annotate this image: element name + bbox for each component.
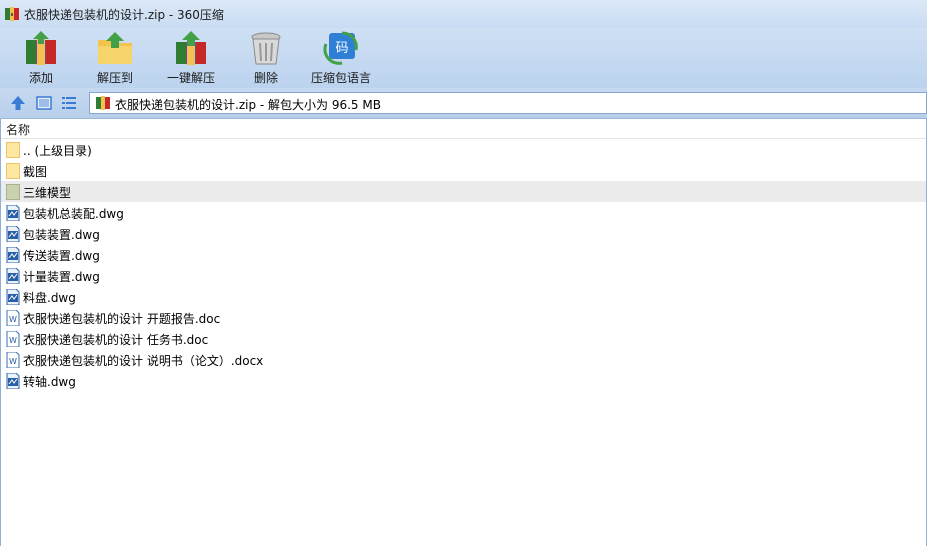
dwg-file-icon: [6, 226, 20, 242]
one-click-extract-button[interactable]: 一键解压: [158, 28, 224, 88]
file-row[interactable]: 包装机总装配.dwg: [1, 202, 926, 223]
file-row[interactable]: 三维模型: [1, 181, 926, 202]
one-click-extract-icon: [176, 31, 206, 65]
svg-text:码: 码: [335, 41, 348, 56]
add-button-label: 添加: [28, 71, 53, 85]
folder-icon: [6, 142, 20, 158]
dwg-file-icon: [6, 289, 20, 305]
word-doc-icon: W: [6, 352, 20, 368]
toolbar: 添加 解压到 一键解压 删除 码 压缩包语言: [0, 28, 927, 88]
file-name: 传送装置.dwg: [23, 249, 100, 263]
file-row[interactable]: 料盘.dwg: [1, 286, 926, 307]
archive-language-icon: 码: [323, 31, 358, 65]
file-row[interactable]: 传送装置.dwg: [1, 244, 926, 265]
file-row[interactable]: W 衣服快递包装机的设计 任务书.doc: [1, 328, 926, 349]
dwg-file-icon: [6, 268, 20, 284]
file-name: 衣服快递包装机的设计 任务书.doc: [23, 333, 209, 347]
address-field[interactable]: 衣服快递包装机的设计.zip - 解包大小为 96.5 MB: [89, 92, 927, 114]
file-name: 三维模型: [23, 186, 72, 200]
delete-trash-icon: [251, 32, 281, 65]
column-header-name[interactable]: 名称: [1, 119, 926, 139]
delete-button-label: 删除: [253, 71, 278, 85]
address-bar: 衣服快递包装机的设计.zip - 解包大小为 96.5 MB: [0, 88, 927, 119]
window-title: 衣服快递包装机的设计.zip - 360压缩: [24, 8, 224, 22]
add-button[interactable]: 添加: [8, 28, 74, 88]
add-archive-icon: [26, 31, 56, 65]
svg-text:W: W: [9, 357, 17, 366]
extract-to-button-label: 解压到: [96, 71, 133, 85]
zip-archive-icon: [5, 7, 19, 21]
zip-archive-icon: [96, 96, 110, 110]
file-row[interactable]: W 衣服快递包装机的设计 开题报告.doc: [1, 307, 926, 328]
archive-language-button[interactable]: 码 压缩包语言: [305, 28, 377, 88]
file-name: 转轴.dwg: [23, 375, 76, 389]
file-row[interactable]: 截图: [1, 160, 926, 181]
archive-language-button-label: 压缩包语言: [310, 71, 371, 85]
folder-icon: [6, 184, 20, 200]
extract-to-icon: [98, 32, 132, 64]
svg-text:W: W: [9, 315, 17, 324]
word-doc-icon: W: [6, 331, 20, 347]
delete-button[interactable]: 删除: [233, 28, 299, 88]
address-path: 衣服快递包装机的设计.zip - 解包大小为 96.5 MB: [115, 98, 381, 112]
file-name: 包装机总装配.dwg: [23, 207, 124, 221]
title-bar: 衣服快递包装机的设计.zip - 360压缩: [0, 0, 927, 28]
dwg-file-icon: [6, 373, 20, 389]
folder-icon: [6, 163, 20, 179]
up-arrow-icon[interactable]: [9, 94, 27, 112]
file-name: 衣服快递包装机的设计 说明书（论文）.docx: [23, 354, 264, 368]
dwg-file-icon: [6, 205, 20, 221]
file-name: 截图: [23, 165, 48, 179]
file-row[interactable]: 包装装置.dwg: [1, 223, 926, 244]
column-header-label: 名称: [6, 123, 31, 137]
file-name: 包装装置.dwg: [23, 228, 100, 242]
file-row[interactable]: 计量装置.dwg: [1, 265, 926, 286]
word-doc-icon: W: [6, 310, 20, 326]
thumbnail-view-icon[interactable]: [35, 94, 53, 112]
one-click-extract-button-label: 一键解压: [166, 71, 215, 85]
file-name: 衣服快递包装机的设计 开题报告.doc: [23, 312, 221, 326]
file-row[interactable]: W 衣服快递包装机的设计 说明书（论文）.docx: [1, 349, 926, 370]
file-name: .. (上级目录): [23, 144, 92, 158]
file-name: 料盘.dwg: [23, 291, 76, 305]
dwg-file-icon: [6, 247, 20, 263]
file-list: 名称 .. (上级目录) 截图三维模型包装机总装配.dwg 包装装置.dwg 传送装置…: [1, 119, 926, 546]
file-name: 计量装置.dwg: [23, 270, 100, 284]
list-view-icon[interactable]: [60, 94, 78, 112]
svg-text:W: W: [9, 336, 17, 345]
extract-to-button[interactable]: 解压到: [82, 28, 148, 88]
file-row[interactable]: .. (上级目录): [1, 139, 926, 160]
file-row[interactable]: 转轴.dwg: [1, 370, 926, 391]
